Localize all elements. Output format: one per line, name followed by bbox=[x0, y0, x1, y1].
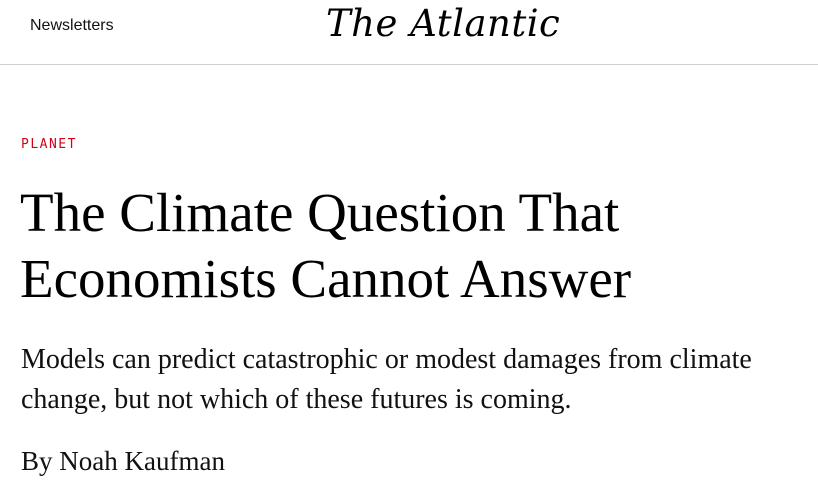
site-header: Newsletters The Atlantic bbox=[0, 0, 818, 65]
article-title-line-2: Economists Cannot Answer bbox=[20, 248, 632, 309]
newsletters-link[interactable]: Newsletters bbox=[30, 17, 114, 35]
byline: By Noah Kaufman bbox=[21, 443, 225, 479]
article-title-line-1: The Climate Question That bbox=[20, 182, 620, 243]
byline-prefix: By bbox=[21, 446, 53, 476]
the-atlantic-logo[interactable]: The Atlantic bbox=[326, 2, 560, 45]
article-dek: Models can predict catastrophic or modes… bbox=[21, 344, 752, 415]
section-link-planet[interactable]: PLANET bbox=[21, 137, 77, 152]
author-link[interactable]: Noah Kaufman bbox=[59, 446, 225, 476]
article-title: The Climate Question That Economists Can… bbox=[20, 180, 780, 312]
